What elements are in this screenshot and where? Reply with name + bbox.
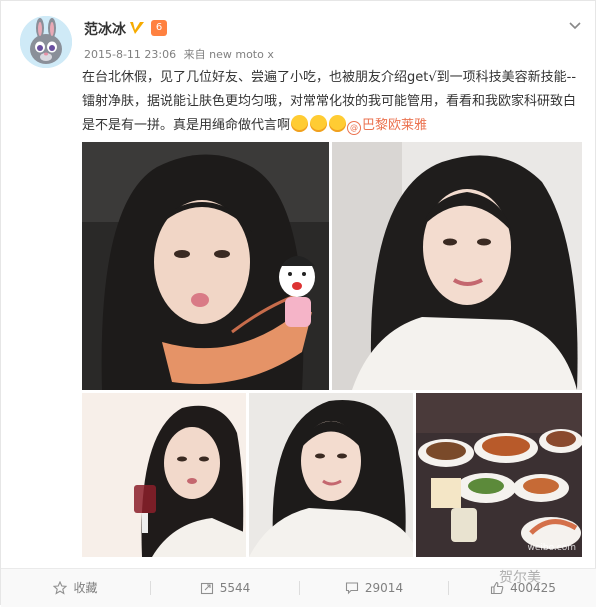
photo-watermark: weibo.com <box>527 543 576 553</box>
mention-icon: @ <box>347 121 362 135</box>
mention-text[interactable]: 巴黎欧莱雅 <box>362 118 427 133</box>
post-photo[interactable] <box>332 142 582 390</box>
emoji-icon <box>310 115 328 132</box>
post-photo[interactable]: weibo.com <box>416 393 582 557</box>
repost-icon <box>200 572 214 610</box>
mention-link[interactable]: @ 巴黎欧莱雅 <box>347 118 427 135</box>
post-photo[interactable] <box>249 393 413 557</box>
star-icon <box>53 572 68 610</box>
comment-button[interactable]: 29014 <box>300 569 448 607</box>
device-source[interactable]: new moto x <box>209 48 274 61</box>
chevron-down-icon[interactable] <box>567 17 583 33</box>
footer-watermark: 贺尔美 <box>499 570 541 586</box>
rank-icon[interactable]: 6 <box>151 20 167 36</box>
username[interactable]: 范冰冰 <box>84 19 126 39</box>
emoji-icon <box>291 115 309 132</box>
avatar[interactable] <box>20 16 72 68</box>
post-text: 在台北休假，见了几位好友、尝遍了小吃，也被朋友介绍get√到一项科技美容新技能-… <box>82 66 582 138</box>
post-photo[interactable] <box>82 393 246 557</box>
comment-icon <box>345 572 359 610</box>
emoji-icon <box>329 115 347 132</box>
source-prefix: 来自 <box>183 48 206 61</box>
post-photo[interactable] <box>82 142 329 390</box>
weibo-post-card: 范冰冰 6 2015-8-11 23:06 来自 new moto x 在台北休… <box>0 0 596 607</box>
verified-icon <box>130 22 144 34</box>
timestamp[interactable]: 2015-8-11 23:06 <box>84 48 176 61</box>
favorite-label: 收藏 <box>73 581 98 595</box>
repost-count: 5544 <box>219 581 251 595</box>
repost-button[interactable]: 5544 <box>151 569 299 607</box>
favorite-button[interactable]: 收藏 <box>1 569 150 607</box>
comment-count: 29014 <box>364 581 404 595</box>
post-meta: 2015-8-11 23:06 来自 new moto x <box>84 46 274 62</box>
